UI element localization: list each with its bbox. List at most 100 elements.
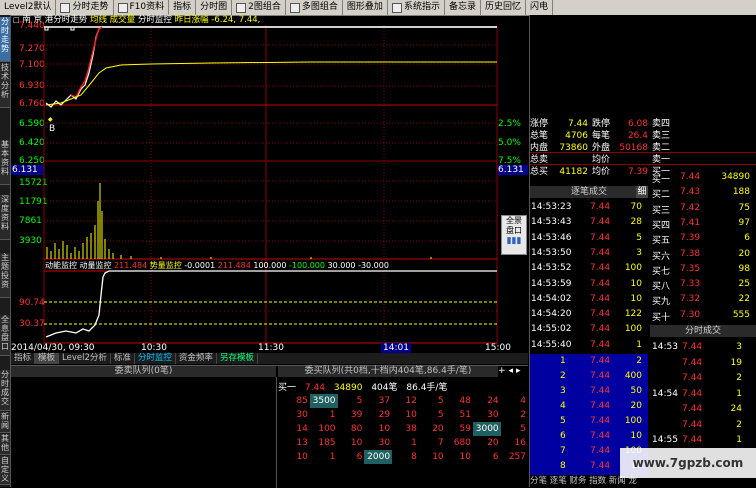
- tab-standard[interactable]: 标准: [111, 353, 135, 364]
- panorama-button[interactable]: 全景 盘口 ▮▮▮: [501, 215, 527, 255]
- queue-cell: 1: [329, 410, 336, 420]
- fenshi-vol: 3: [736, 342, 742, 352]
- tab-depth[interactable]: 深度资料: [0, 195, 10, 240]
- time-cursor-box: 14:01: [381, 343, 411, 353]
- toolbar-level2-default[interactable]: Level2默认: [0, 0, 57, 15]
- fenshi-vol: 2: [736, 419, 742, 430]
- tick-vol: 10: [630, 278, 642, 289]
- queue-vol: 20: [630, 401, 642, 411]
- buy-level-label: 买二: [652, 190, 671, 201]
- queue-price: 7.44: [590, 416, 611, 426]
- separator: [530, 164, 756, 165]
- queue-cell: 1: [329, 452, 336, 462]
- toolbar-overlay[interactable]: 图形叠加: [343, 0, 388, 15]
- queue-vol: 50: [630, 386, 642, 396]
- tab-monitor[interactable]: 分时监控: [135, 353, 176, 364]
- fenshi-title: 分时成交: [650, 325, 756, 337]
- tab-level2-analysis[interactable]: Level2分析: [59, 353, 111, 364]
- buy-level-vol: 188: [732, 187, 750, 198]
- buy-level-price: 7.39: [680, 233, 701, 244]
- fenshi-time: 14:54: [652, 388, 678, 399]
- tab-news[interactable]: 新闻: [0, 412, 10, 433]
- queue-index: 6: [560, 431, 566, 441]
- toolbar-2chart[interactable]: 2图组合: [232, 0, 286, 15]
- buy-level-vol: 98: [738, 263, 750, 274]
- buy-level-label: 买七: [652, 266, 671, 277]
- toolbar-system[interactable]: 系统指示: [388, 0, 445, 15]
- fenshi-vol: 1: [736, 388, 742, 399]
- tab-custom[interactable]: 自定义: [0, 456, 10, 485]
- tab-other[interactable]: 其他: [0, 434, 10, 455]
- toolbar-label: 分时走势: [72, 2, 109, 12]
- tab-basic[interactable]: 基本资料: [0, 140, 10, 185]
- fenshi-vol: 1: [736, 435, 742, 445]
- queue-cell: 2: [520, 410, 526, 420]
- fenshi-vol: 2: [736, 373, 742, 383]
- fenshi-price: 7.44: [682, 435, 703, 445]
- toolbar-multichart[interactable]: 多图组合: [286, 0, 343, 15]
- buy1-price: 7.44: [304, 383, 325, 393]
- tab-indicator[interactable]: 指标: [11, 353, 36, 364]
- queue-cell: 6: [356, 452, 363, 462]
- quote-label: 每笔: [592, 131, 611, 141]
- tick-price: 7.44: [590, 309, 611, 320]
- toolbar-label: 历史回忆: [484, 2, 521, 12]
- time-axis-tick: 10:30: [141, 343, 167, 353]
- buy-level-vol: 34890: [721, 172, 750, 182]
- queue-cell: 13: [296, 438, 308, 448]
- toolbar-f10[interactable]: F10资料: [114, 0, 170, 15]
- toolbar-timeshare[interactable]: 分时走势: [56, 0, 114, 15]
- queue-cell: 10: [350, 438, 363, 448]
- queue-cell: 2000: [364, 450, 393, 464]
- toolbar-timechart[interactable]: 分时图: [196, 0, 233, 15]
- tab-ticks[interactable]: 分时成交: [0, 370, 10, 411]
- tick-vol: 5: [636, 232, 642, 243]
- tab-technical[interactable]: 技术分析: [0, 63, 10, 108]
- queue-index: 2: [560, 371, 566, 381]
- queue-vol: 100: [624, 416, 642, 426]
- queue-cell: 14: [296, 424, 308, 434]
- tab-template[interactable]: 模板: [35, 353, 60, 364]
- queue-cell: 29: [378, 410, 391, 420]
- queue-nav-icons[interactable]: +◂▸: [498, 366, 528, 377]
- toolbar-history[interactable]: 历史回忆: [481, 0, 526, 15]
- tab-panorama[interactable]: 全息盘口: [0, 315, 10, 356]
- queue-cell: 20: [432, 424, 444, 434]
- top-toolbar: Level2默认 分时走势 F10资料 指标 分时图 2图组合 多图组合 图形叠…: [0, 0, 756, 16]
- toolbar-label: Level2默认: [4, 2, 52, 12]
- buy-level-vol: 6: [744, 233, 750, 244]
- queue-price: 7.44: [590, 401, 611, 411]
- tick-price: 7.44: [590, 339, 611, 350]
- buy-queue-title: 委买队列(共0档,十档内404笔,86.4手/笔): [278, 366, 498, 377]
- buy-level-price: 7.30: [680, 309, 701, 320]
- tick-time: 14:53:43: [531, 217, 572, 228]
- quote-value: 7.39: [627, 167, 648, 177]
- tab-theme[interactable]: 主题投资: [0, 253, 10, 298]
- fenshi-price: 7.44: [682, 357, 703, 368]
- tick-time: 14:53:59: [531, 278, 572, 289]
- monitor-tick: 90.74: [19, 298, 45, 308]
- queue-cell: 12: [405, 396, 417, 406]
- time-axis-tick: 11:30: [258, 343, 284, 353]
- buy-level-label: 买九: [652, 297, 671, 308]
- queue-index: 5: [560, 416, 566, 426]
- monitor-value: 211.484: [114, 261, 148, 270]
- fenshi-time: 14:55: [652, 435, 678, 445]
- tick-vol: 1: [636, 339, 642, 350]
- time-axis-start: 2014/04/30, 09:30: [11, 343, 95, 353]
- tick-time: 14:53:46: [531, 232, 572, 243]
- tab-fund-freq[interactable]: 资金频率: [176, 353, 217, 364]
- tick-vol: 100: [624, 324, 642, 335]
- queue-cell: 38: [405, 424, 417, 434]
- tab-timeshare[interactable]: 分时走势: [0, 17, 10, 62]
- toolbar-flash[interactable]: 闪电: [526, 0, 553, 15]
- toolbar-indicator[interactable]: 指标: [169, 0, 197, 15]
- fenshi-vol: 24: [730, 404, 742, 414]
- tick-tab-detail[interactable]: 细: [636, 186, 648, 198]
- toolbar-memo[interactable]: 备忘录: [445, 0, 481, 15]
- buy-level-vol: 97: [738, 217, 750, 228]
- panorama-label: 全景: [506, 216, 522, 225]
- queue-index: 8: [560, 461, 566, 471]
- tab-save-template[interactable]: 另存模板: [217, 353, 258, 364]
- toolbar-label: 备忘录: [448, 2, 476, 12]
